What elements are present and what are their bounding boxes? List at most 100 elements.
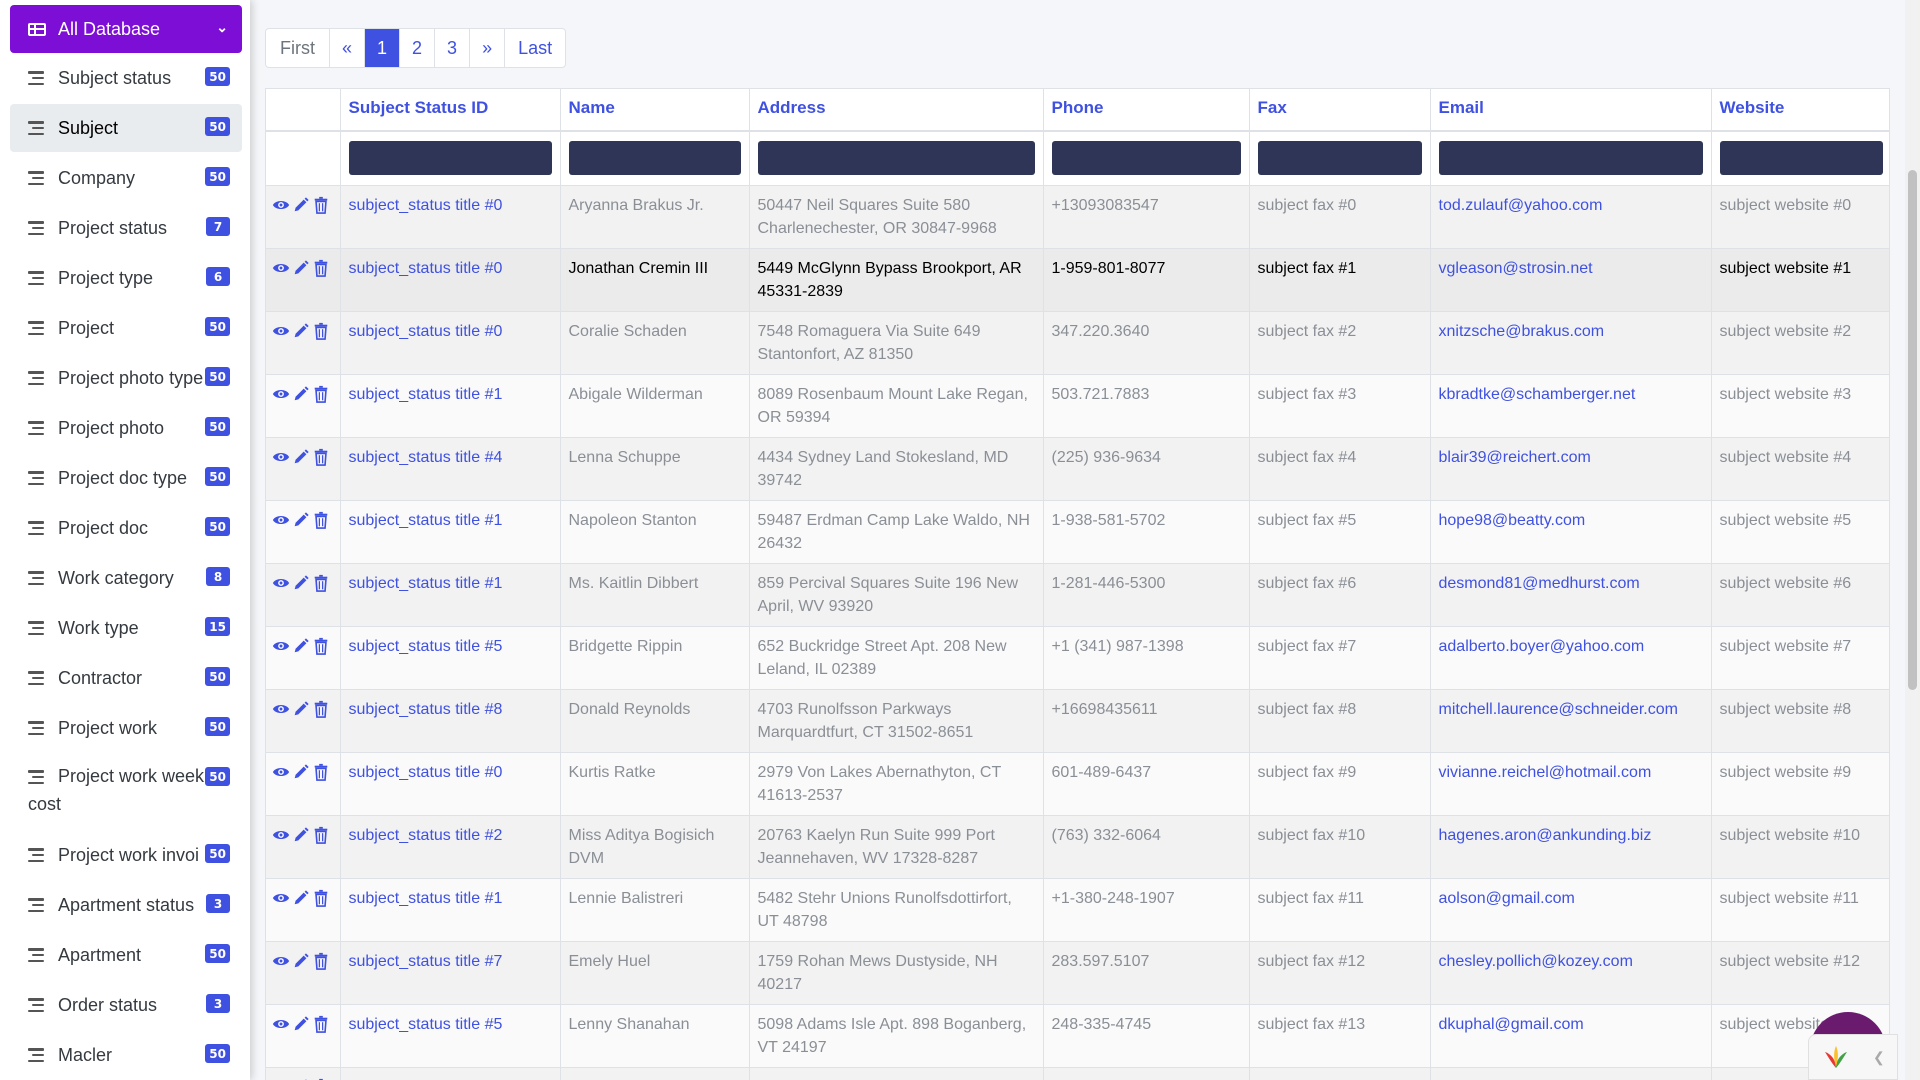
sidebar-item-project-work-invoi[interactable]: Project work invoi 50 xyxy=(10,831,242,879)
sidebar-item-work-category[interactable]: Work category 8 xyxy=(10,554,242,602)
pencil-icon[interactable] xyxy=(292,385,310,403)
filter-phone-input[interactable] xyxy=(1051,141,1241,175)
pagination-first[interactable]: First xyxy=(266,29,329,67)
sidebar-item-project-photo[interactable]: Project photo 50 xyxy=(10,404,242,452)
pagination-page-2[interactable]: 2 xyxy=(399,29,434,67)
pencil-icon[interactable] xyxy=(292,511,310,529)
table-row[interactable]: subject_status title #0 Kurtis Ratke 2979 … xyxy=(266,752,1889,816)
sidebar-item-company[interactable]: Company 50 xyxy=(10,154,242,202)
pencil-icon[interactable] xyxy=(292,700,310,718)
eye-icon[interactable] xyxy=(272,259,290,277)
trash-icon[interactable] xyxy=(312,385,330,403)
col-header-subject-status-id[interactable]: Subject Status ID xyxy=(340,89,561,132)
eye-icon[interactable] xyxy=(272,763,290,781)
col-header-website[interactable]: Website xyxy=(1711,89,1889,132)
pencil-icon[interactable] xyxy=(292,448,310,466)
subject-status-link[interactable]: subject_status title #7 xyxy=(349,953,503,970)
filter-fax-input[interactable] xyxy=(1257,141,1422,175)
eye-icon[interactable] xyxy=(272,574,290,592)
email-link[interactable]: chesley.pollich@kozey.com xyxy=(1439,953,1633,970)
eye-icon[interactable] xyxy=(272,322,290,340)
subject-status-link[interactable]: subject_status title #0 xyxy=(349,197,503,214)
subject-status-link[interactable]: subject_status title #1 xyxy=(349,512,503,529)
col-header-fax[interactable]: Fax xyxy=(1249,89,1431,132)
trash-icon[interactable] xyxy=(312,889,330,907)
sidebar-item-macler[interactable]: Macler 50 xyxy=(10,1031,242,1079)
pencil-icon[interactable] xyxy=(292,1015,310,1033)
trash-icon[interactable] xyxy=(312,196,330,214)
table-row[interactable]: subject_status title #1 Ms. Kaitlin Dibbe… xyxy=(266,563,1889,627)
sidebar-item-project-photo-type[interactable]: Project photo type 50 xyxy=(10,354,242,402)
pencil-icon[interactable] xyxy=(292,952,310,970)
floating-widget-bar[interactable]: ❮ xyxy=(1808,1034,1898,1080)
table-row[interactable]: subject_status title #7 Emely Huel 1759 Ro… xyxy=(266,941,1889,1005)
subject-status-link[interactable]: subject_status title #5 xyxy=(349,1016,503,1033)
subject-status-link[interactable]: subject_status title #1 xyxy=(349,386,503,403)
eye-icon[interactable] xyxy=(272,637,290,655)
page-scrollbar[interactable] xyxy=(1905,0,1920,1080)
subject-status-link[interactable]: subject_status title #1 xyxy=(349,575,503,592)
col-header-email[interactable]: Email xyxy=(1430,89,1712,132)
filter-name-input[interactable] xyxy=(568,141,741,175)
trash-icon[interactable] xyxy=(312,1015,330,1033)
email-link[interactable]: xnitzsche@brakus.com xyxy=(1439,323,1605,340)
subject-status-link[interactable]: subject_status title #0 xyxy=(349,260,503,277)
eye-icon[interactable] xyxy=(272,385,290,403)
pencil-icon[interactable] xyxy=(292,763,310,781)
trash-icon[interactable] xyxy=(312,763,330,781)
pagination-page-1[interactable]: 1 xyxy=(364,29,400,67)
pencil-icon[interactable] xyxy=(292,826,310,844)
eye-icon[interactable] xyxy=(272,1015,290,1033)
sidebar-item-work-type[interactable]: Work type 15 xyxy=(10,604,242,652)
sidebar-item-contractor[interactable]: Contractor 50 xyxy=(10,654,242,702)
trash-icon[interactable] xyxy=(312,700,330,718)
sidebar-item-project-doc-type[interactable]: Project doc type 50 xyxy=(10,454,242,502)
subject-status-link[interactable]: subject_status title #4 xyxy=(349,449,503,466)
email-link[interactable]: tod.zulauf@yahoo.com xyxy=(1439,197,1603,214)
sidebar-item-order-status[interactable]: Order status 3 xyxy=(10,981,242,1029)
table-row[interactable]: subject_status title #2 Miss Aditya Bogis… xyxy=(266,815,1889,879)
pagination-prev[interactable]: « xyxy=(329,29,364,67)
pencil-icon[interactable] xyxy=(292,322,310,340)
trash-icon[interactable] xyxy=(312,826,330,844)
email-link[interactable]: desmond81@medhurst.com xyxy=(1439,575,1640,592)
email-link[interactable]: vgleason@strosin.net xyxy=(1439,260,1593,277)
sidebar-item-subject-status[interactable]: Subject status 50 xyxy=(10,54,242,102)
col-header-name[interactable]: Name xyxy=(560,89,750,132)
trash-icon[interactable] xyxy=(312,448,330,466)
sidebar-item-apartment-status[interactable]: Apartment status 3 xyxy=(10,881,242,929)
eye-icon[interactable] xyxy=(272,889,290,907)
trash-icon[interactable] xyxy=(312,322,330,340)
pencil-icon[interactable] xyxy=(292,259,310,277)
table-row[interactable]: subject_status title #4 Lenna Schuppe 4434… xyxy=(266,437,1889,501)
email-link[interactable]: hope98@beatty.com xyxy=(1439,512,1586,529)
email-link[interactable]: mitchell.laurence@schneider.com xyxy=(1439,701,1678,718)
email-link[interactable]: aolson@gmail.com xyxy=(1439,890,1575,907)
sidebar-item-project-work[interactable]: Project work 50 xyxy=(10,704,242,752)
filter-website-input[interactable] xyxy=(1719,141,1883,175)
pencil-icon[interactable] xyxy=(292,637,310,655)
pencil-icon[interactable] xyxy=(292,574,310,592)
sidebar-item-project-type[interactable]: Project type 6 xyxy=(10,254,242,302)
email-link[interactable]: hagenes.aron@ankunding.biz xyxy=(1439,827,1652,844)
trash-icon[interactable] xyxy=(312,511,330,529)
eye-icon[interactable] xyxy=(272,448,290,466)
email-link[interactable]: dkuphal@gmail.com xyxy=(1439,1016,1584,1033)
eye-icon[interactable] xyxy=(272,511,290,529)
sidebar-item-project-work-week[interactable]: Project work week cost 50 xyxy=(10,754,242,816)
email-link[interactable]: adalberto.boyer@yahoo.com xyxy=(1439,638,1645,655)
all-database-dropdown[interactable]: All Database ⌄ xyxy=(10,5,242,53)
pagination-last[interactable]: Last xyxy=(504,29,565,67)
sidebar-item-subject[interactable]: Subject 50 xyxy=(10,104,242,152)
subject-status-link[interactable]: subject_status title #5 xyxy=(349,638,503,655)
pencil-icon[interactable] xyxy=(292,889,310,907)
filter-email-input[interactable] xyxy=(1438,141,1703,175)
email-link[interactable]: blair39@reichert.com xyxy=(1439,449,1591,466)
table-row[interactable]: subject_status title #0 Aryanna Brakus Jr… xyxy=(266,185,1889,249)
sidebar-item-project-doc[interactable]: Project doc 50 xyxy=(10,504,242,552)
pencil-icon[interactable] xyxy=(292,196,310,214)
sidebar-item-project-status[interactable]: Project status 7 xyxy=(10,204,242,252)
filter-address-input[interactable] xyxy=(757,141,1035,175)
email-link[interactable]: vivianne.reichel@hotmail.com xyxy=(1439,764,1652,781)
pagination-page-3[interactable]: 3 xyxy=(434,29,469,67)
